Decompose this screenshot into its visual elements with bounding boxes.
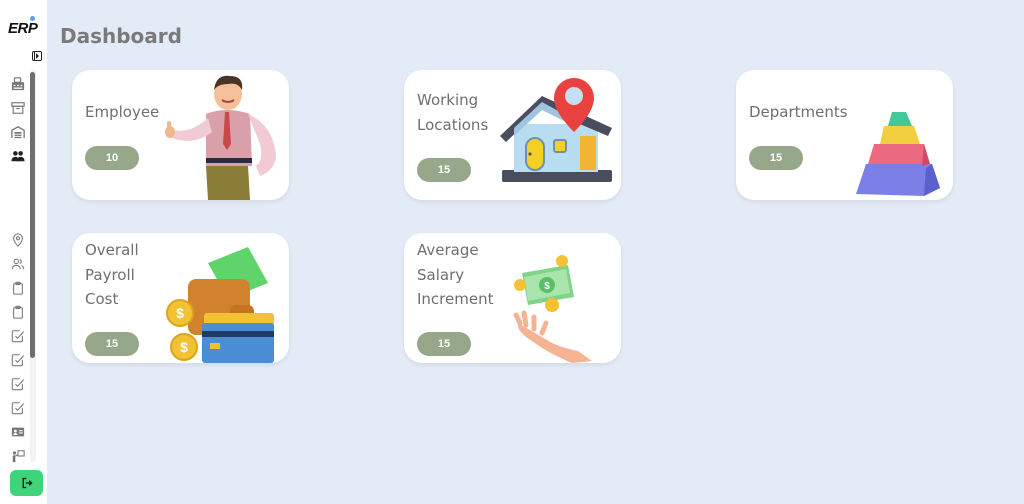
svg-text:$: $: [176, 305, 184, 321]
card-average-salary-increment[interactable]: Average Salary Increment 15 $: [404, 233, 621, 363]
sidebar-item-warehouse[interactable]: [10, 124, 26, 140]
card-title: Average Salary Increment: [417, 241, 494, 308]
checkbox-icon: [11, 402, 25, 415]
sidebar-item-task-3[interactable]: [10, 376, 26, 392]
house-location-illustration: [500, 78, 612, 182]
employee-illustration: [165, 75, 276, 200]
card-employee[interactable]: Employee 10: [72, 70, 289, 200]
app-logo[interactable]: ERP: [8, 20, 38, 37]
sidebar: ERP: [0, 0, 47, 504]
sidebar-scrollbar[interactable]: [30, 72, 35, 358]
clipboard-icon: [13, 281, 23, 295]
checkbox-icon: [11, 354, 25, 367]
sidebar-item-task-2[interactable]: [10, 352, 26, 368]
pyramid-illustration: [856, 112, 940, 196]
svg-text:$: $: [544, 281, 550, 292]
warehouse-icon: [11, 125, 25, 139]
sidebar-item-task-1[interactable]: [10, 328, 26, 344]
svg-text:$: $: [180, 339, 188, 355]
clipboard-icon: [13, 305, 23, 319]
count-badge: 10: [85, 146, 139, 170]
count-badge: 15: [85, 332, 139, 356]
location-pin-icon: [13, 233, 23, 247]
card-title: Overall Payroll Cost: [85, 241, 139, 308]
card-working-locations[interactable]: Working Locations 15: [404, 70, 621, 200]
sidebar-toggle-button[interactable]: [32, 51, 42, 61]
sidebar-item-clipboard-1[interactable]: [10, 280, 26, 296]
count-badge: 15: [417, 332, 471, 356]
card-title: Employee: [85, 103, 160, 121]
fax-icon: [11, 77, 25, 91]
users-icon: [11, 151, 25, 162]
count-badge: 15: [417, 158, 471, 182]
logout-button[interactable]: [10, 470, 43, 496]
logo-accent: [30, 16, 35, 21]
people-icon: [11, 258, 25, 270]
sidebar-item-task-4[interactable]: [10, 400, 26, 416]
wallet-illustration: $ $: [166, 247, 274, 363]
sidebar-item-clipboard-2[interactable]: [10, 304, 26, 320]
sidebar-item-people[interactable]: [10, 256, 26, 272]
checkbox-icon: [11, 330, 25, 343]
sidebar-item-location[interactable]: [10, 232, 26, 248]
sidebar-item-fax[interactable]: [10, 76, 26, 92]
logout-icon: [22, 477, 32, 489]
id-card-icon: [11, 427, 25, 437]
sidebar-item-users[interactable]: [10, 148, 26, 164]
card-departments[interactable]: Departments 15: [736, 70, 953, 200]
page-title: Dashboard: [60, 24, 182, 48]
card-overall-payroll-cost[interactable]: Overall Payroll Cost 15 $ $: [72, 233, 289, 363]
count-badge: 15: [749, 146, 803, 170]
archive-icon: [11, 102, 25, 114]
sidebar-item-presenter[interactable]: [10, 448, 26, 464]
card-title: Working Locations: [417, 91, 489, 134]
hand-money-illustration: $: [513, 255, 592, 363]
sidebar-item-id-card[interactable]: [10, 424, 26, 440]
presenter-icon: [12, 450, 25, 463]
card-title: Departments: [749, 103, 848, 121]
sidebar-item-archive[interactable]: [10, 100, 26, 116]
checkbox-icon: [11, 378, 25, 391]
